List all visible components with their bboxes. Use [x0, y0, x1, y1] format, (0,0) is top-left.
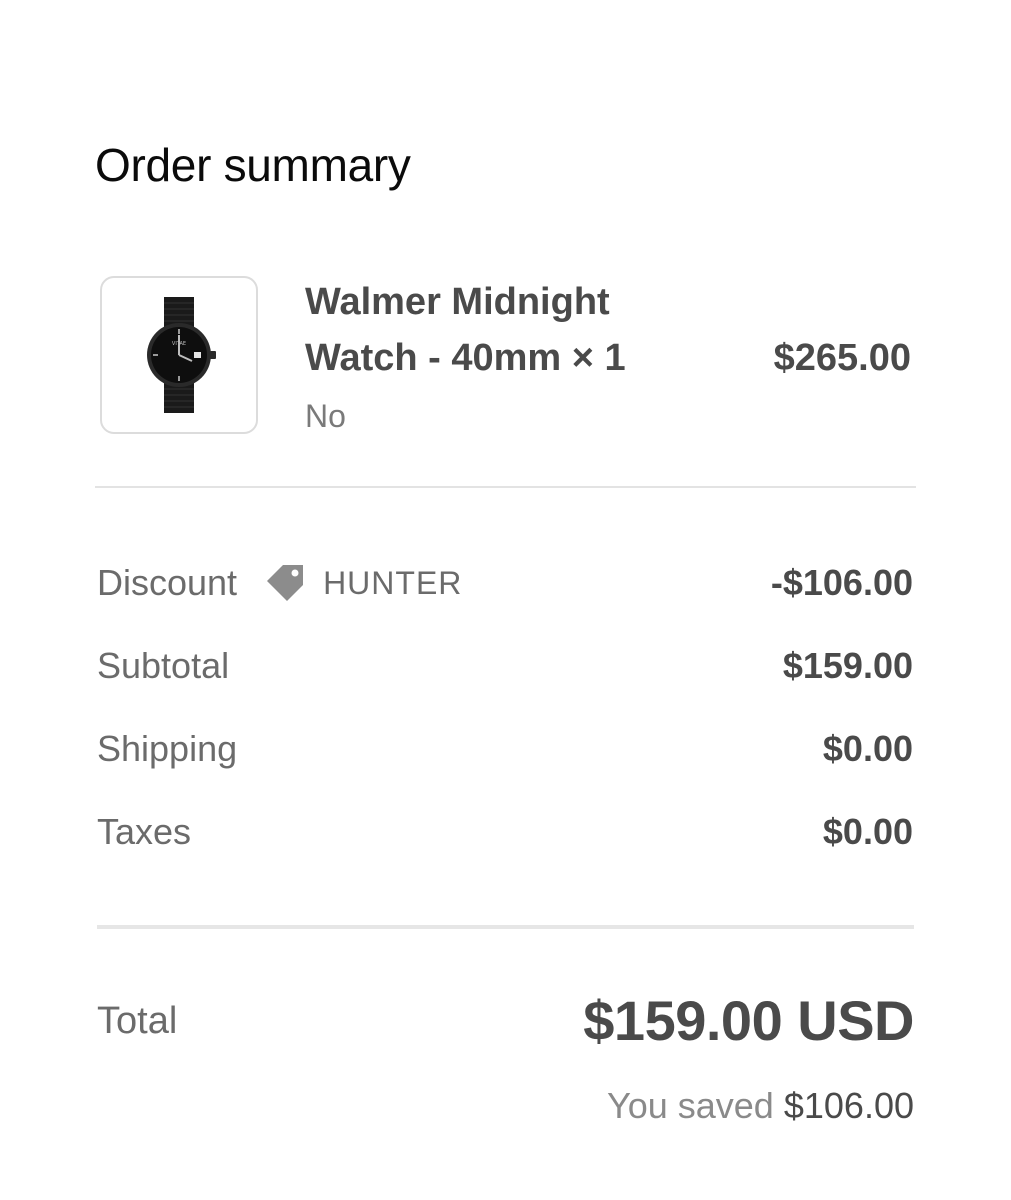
total-label: Total	[97, 1000, 178, 1042]
shipping-label: Shipping	[97, 728, 238, 769]
product-variant: No	[305, 398, 346, 434]
shipping-value: $0.00	[822, 728, 913, 769]
total-value: $159.00 USD	[583, 989, 914, 1052]
taxes-label: Taxes	[97, 811, 192, 852]
taxes-value: $0.00	[822, 811, 913, 852]
product-name-line1: Walmer Midnight	[305, 281, 610, 323]
savings-note: You saved $106.00	[607, 1082, 914, 1130]
savings-amount: $106.00	[783, 1085, 914, 1126]
taxes-row: Taxes $0.00	[97, 802, 913, 862]
discount-label-group: Discount HUNTER	[97, 559, 462, 607]
svg-text:VITAE: VITAE	[172, 341, 186, 347]
subtotal-label: Subtotal	[97, 645, 230, 686]
product-name-line2: Watch - 40mm × 1	[305, 337, 626, 379]
product-thumbnail[interactable]: VITAE	[100, 276, 258, 434]
watch-image: VITAE	[147, 297, 216, 413]
discount-label: Discount	[97, 562, 238, 603]
discount-value: -$106.00	[770, 562, 913, 603]
tag-icon	[261, 559, 309, 607]
subtotal-row: Subtotal $159.00	[97, 636, 913, 696]
subtotal-value: $159.00	[782, 645, 913, 686]
savings-prefix: You saved	[607, 1085, 774, 1126]
divider	[95, 486, 916, 488]
product-name: Walmer Midnight Watch - 40mm × 1	[305, 274, 705, 386]
discount-code: HUNTER	[323, 564, 463, 601]
product-price: $265.00	[773, 337, 911, 379]
shipping-row: Shipping $0.00	[97, 719, 913, 779]
page-title: Order summary	[95, 139, 411, 191]
divider	[97, 925, 914, 929]
discount-row: Discount HUNTER -$106.00	[97, 553, 913, 613]
